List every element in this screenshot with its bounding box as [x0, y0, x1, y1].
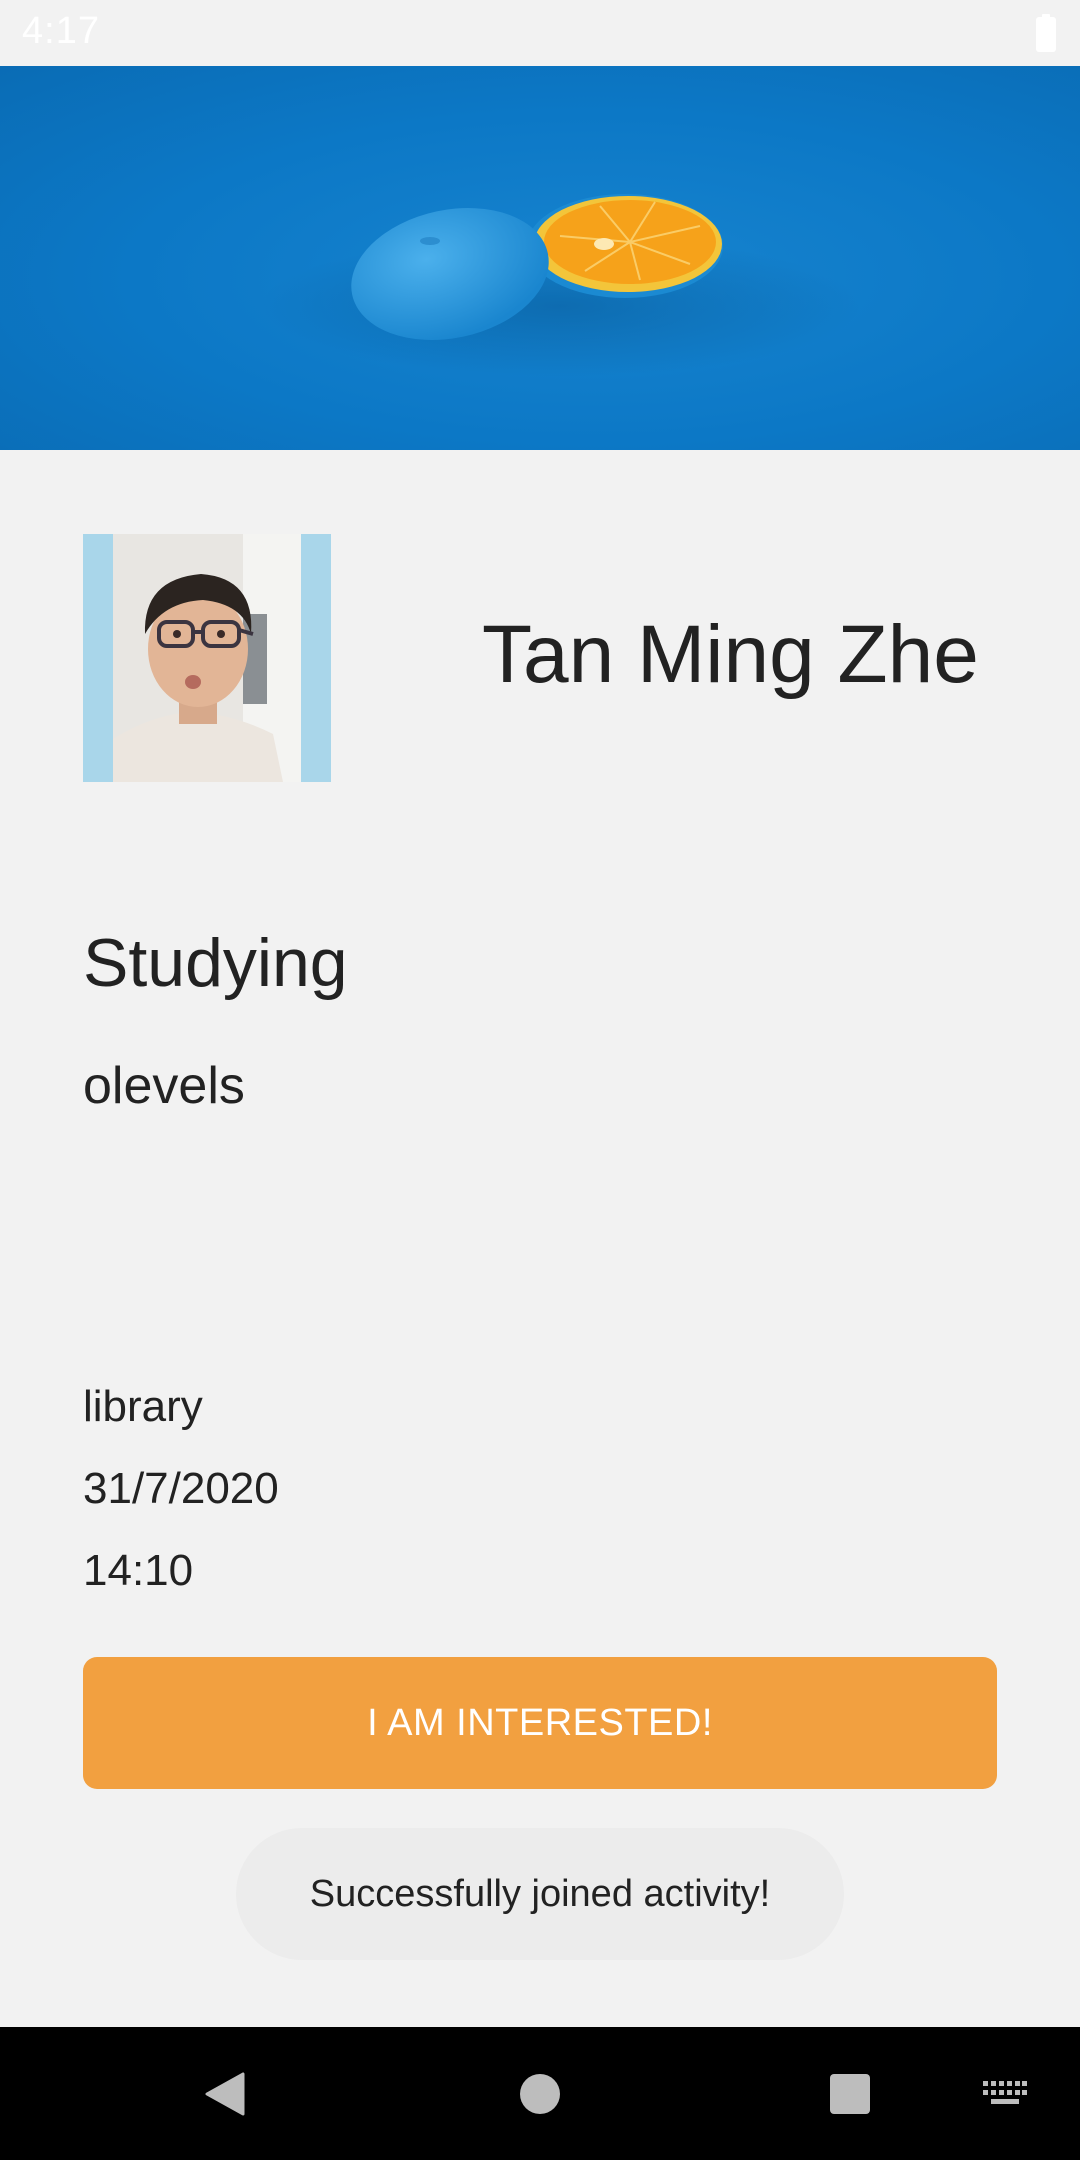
- avatar[interactable]: [83, 534, 331, 782]
- home-circle-icon: [520, 2073, 560, 2114]
- status-time: 4:17: [22, 10, 100, 52]
- interested-button[interactable]: I AM INTERESTED!: [83, 1657, 997, 1789]
- activity-date: 31/7/2020: [83, 1464, 279, 1513]
- nav-recents-button[interactable]: [805, 2027, 895, 2160]
- user-avatar-photo: [83, 534, 331, 782]
- activity-time: 14:10: [83, 1546, 194, 1595]
- keyboard-icon: [983, 2080, 1027, 2104]
- activity-type: Studying: [83, 925, 348, 1001]
- navigation-bar: [0, 2027, 1080, 2160]
- battery-full-icon: [1036, 14, 1056, 52]
- user-name: Tan Ming Zhe: [482, 609, 979, 700]
- status-bar: 4:17: [0, 0, 1080, 66]
- activity-location: library: [83, 1382, 203, 1431]
- nav-back-button[interactable]: [180, 2027, 270, 2160]
- recents-square-icon: [830, 2073, 870, 2114]
- nav-keyboard-button[interactable]: [970, 2027, 1040, 2160]
- toast-message: Successfully joined activity!: [236, 1828, 844, 1960]
- back-triangle-icon: [205, 2072, 245, 2115]
- banner-image: [0, 66, 1080, 450]
- orange-slice-image: [260, 194, 860, 376]
- nav-home-button[interactable]: [495, 2027, 585, 2160]
- activity-topic: olevels: [83, 1057, 245, 1115]
